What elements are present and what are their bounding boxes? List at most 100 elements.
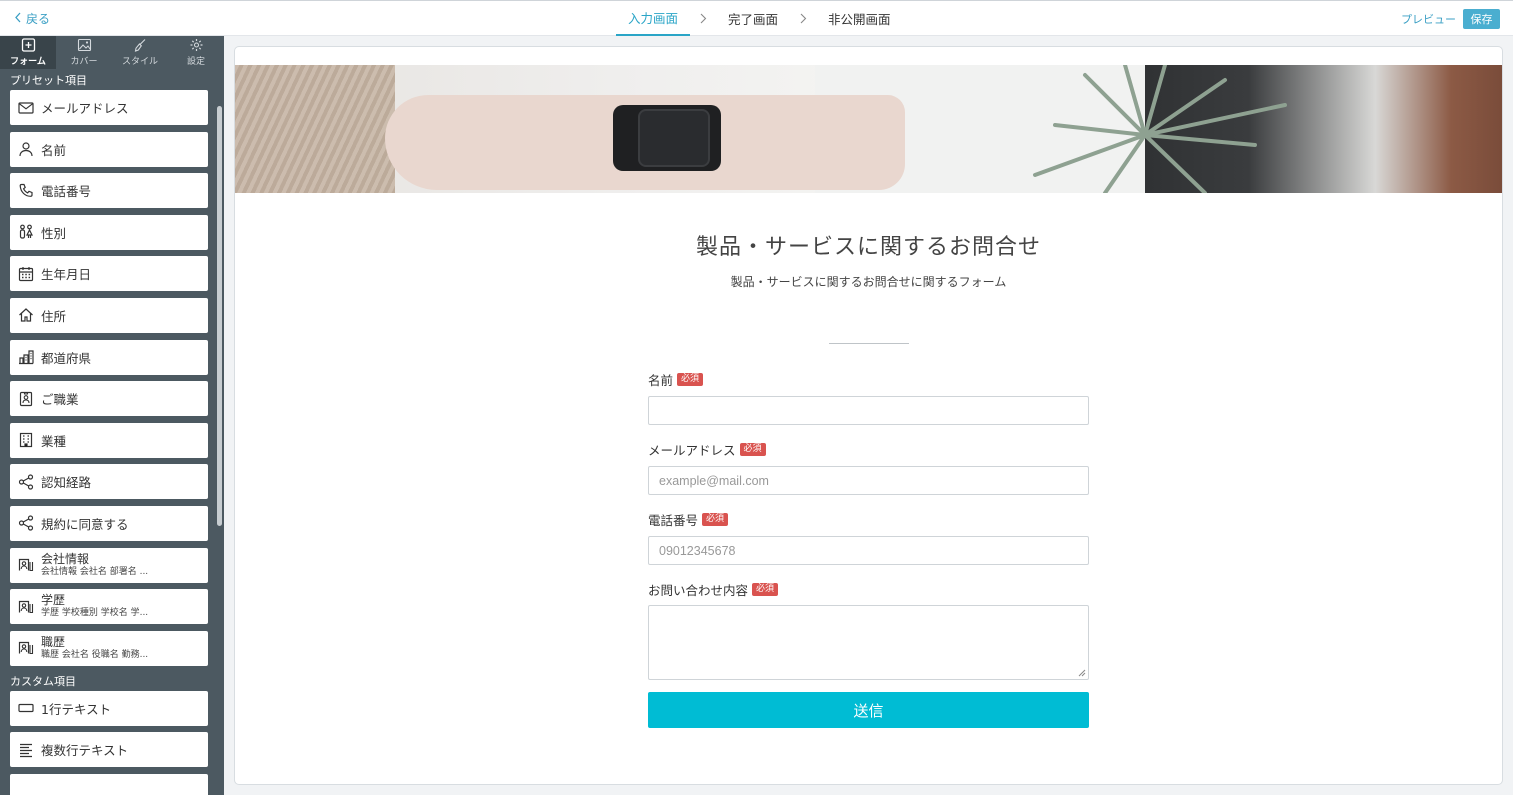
sidebar-tab-style[interactable]: スタイル: [112, 36, 168, 69]
back-link[interactable]: 戻る: [14, 10, 50, 27]
multiline-text-icon: [18, 742, 34, 758]
item-label: 性別: [41, 225, 67, 241]
item-label: 業種: [41, 433, 67, 449]
custom-item-single-line[interactable]: 1行テキスト: [10, 690, 208, 726]
item-sub: 学歴 学校種別 学校名 学...: [41, 608, 149, 619]
tab-label: 完了画面: [728, 12, 779, 27]
email-input[interactable]: example@mail.com: [648, 466, 1089, 495]
item-sub: 会社情報 会社名 部署名 ...: [41, 566, 149, 577]
field-inquiry: お問い合わせ内容 必須: [648, 580, 1090, 680]
sweater-sleeve-shape: [235, 65, 395, 193]
preset-item-birthday[interactable]: 生年月日: [10, 256, 208, 292]
custom-heading: カスタム項目: [10, 674, 76, 688]
preset-item-phone[interactable]: 電話番号: [10, 173, 208, 209]
label-text: メールアドレス: [648, 442, 736, 458]
input-box-icon: [18, 700, 34, 716]
preset-item-gender[interactable]: 性別: [10, 214, 208, 250]
tab-label: 入力画面: [628, 11, 679, 26]
title-divider: [829, 343, 909, 344]
chevron-right-icon: [790, 13, 816, 24]
field-phone: 電話番号 必須 09012345678: [648, 510, 1090, 565]
preset-heading: プリセット項目: [10, 74, 87, 87]
preset-item-industry[interactable]: 業種: [10, 422, 208, 458]
item-sub: 職歴 会社名 役職名 勤務...: [41, 649, 149, 660]
sidebar: フォーム カバー スタイル 設定 プリセット項目 メールアドレス 名前 電話番号: [0, 36, 224, 795]
item-label: 電話番号: [41, 184, 92, 200]
tab-input-screen[interactable]: 入力画面: [616, 1, 691, 36]
tab-label: スタイル: [121, 57, 158, 67]
label-text: お問い合わせ内容: [648, 582, 749, 598]
field-label: お問い合わせ内容 必須: [648, 580, 1090, 598]
chevron-left-icon: [14, 12, 23, 26]
preset-item-referral[interactable]: 認知経路: [10, 464, 208, 500]
preview-link[interactable]: プレビュー: [1401, 11, 1456, 27]
name-input[interactable]: [648, 396, 1089, 425]
calendar-icon: [18, 266, 34, 282]
custom-item-multi-line[interactable]: 複数行テキスト: [10, 732, 208, 768]
item-text: 職歴 職歴 会社名 役職名 勤務...: [41, 635, 149, 661]
sidebar-tab-settings[interactable]: 設定: [168, 36, 224, 69]
tab-private-screen[interactable]: 非公開画面: [816, 1, 903, 36]
preset-item-education[interactable]: 学歴 学歴 学校種別 学校名 学...: [10, 589, 208, 625]
field-label: メールアドレス 必須: [648, 440, 1090, 458]
submit-button[interactable]: 送信: [648, 692, 1089, 728]
required-badge: 必須: [752, 582, 779, 596]
item-text: 会社情報 会社情報 会社名 部署名 ...: [41, 552, 149, 578]
watch-face-shape: [638, 109, 710, 167]
preset-item-work-history[interactable]: 職歴 職歴 会社名 役職名 勤務...: [10, 630, 208, 666]
mail-icon: [18, 100, 34, 116]
image-icon: [77, 38, 91, 52]
sidebar-scrollbar[interactable]: [217, 106, 222, 526]
tab-label: 非公開画面: [828, 12, 891, 27]
form-preview: 製品・サービスに関するお問合せ 製品・サービスに関するお問合せに関するフォーム …: [234, 46, 1503, 785]
brush-icon: [134, 39, 145, 52]
plus-square-icon: [21, 38, 35, 52]
preset-item-company-info[interactable]: 会社情報 会社情報 会社名 部署名 ...: [10, 547, 208, 583]
inquiry-textarea[interactable]: [648, 605, 1089, 680]
id-badge-icon: [18, 391, 34, 407]
city-icon: [18, 349, 34, 365]
form-title: 製品・サービスに関するお問合せ: [695, 235, 1041, 260]
item-label: 学歴: [41, 593, 66, 608]
tab-label: カバー: [70, 57, 98, 67]
gender-icon: [18, 224, 34, 240]
preset-item-occupation[interactable]: ご職業: [10, 381, 208, 417]
custom-items: 1行テキスト 複数行テキスト: [0, 690, 224, 795]
contact-card-icon: [18, 557, 34, 573]
tab-label: フォーム: [10, 57, 46, 67]
label-text: 電話番号: [648, 512, 699, 528]
tab-label: 設定: [186, 57, 205, 67]
item-label: 規約に同意する: [41, 516, 129, 532]
building-icon: [18, 432, 34, 448]
resize-grip-icon[interactable]: [1078, 669, 1086, 677]
field-label: 電話番号 必須: [648, 510, 1090, 528]
save-button[interactable]: 保存: [1463, 9, 1500, 29]
step-tabs: 入力画面 完了画面 非公開画面: [616, 1, 903, 36]
contact-card-icon: [18, 599, 34, 615]
preset-item-terms[interactable]: 規約に同意する: [10, 505, 208, 541]
cover-image: [235, 65, 1502, 193]
sidebar-tab-form[interactable]: フォーム: [0, 36, 56, 69]
sidebar-tab-cover[interactable]: カバー: [56, 36, 112, 69]
required-badge: 必須: [677, 372, 704, 386]
item-label: 名前: [41, 142, 67, 158]
field-email: メールアドレス 必須 example@mail.com: [648, 440, 1090, 495]
preset-item-address[interactable]: 住所: [10, 297, 208, 333]
phone-input[interactable]: 09012345678: [648, 536, 1089, 565]
share-icon: [18, 474, 34, 490]
item-label: ご職業: [41, 392, 79, 408]
home-icon: [18, 307, 34, 323]
form-subtitle: 製品・サービスに関するお問合せに関するフォーム: [730, 275, 1007, 289]
plant-illustration: [995, 65, 1325, 193]
preset-item-email[interactable]: メールアドレス: [10, 90, 208, 125]
phone-icon: [18, 183, 34, 199]
item-label: 住所: [41, 308, 67, 324]
contact-card-icon: [18, 640, 34, 656]
required-badge: 必須: [702, 512, 729, 526]
field-name: 名前 必須: [648, 370, 1090, 425]
preset-item-prefecture[interactable]: 都道府県: [10, 339, 208, 375]
tab-complete-screen[interactable]: 完了画面: [716, 1, 790, 36]
item-label: 都道府県: [41, 350, 92, 366]
preset-item-name[interactable]: 名前: [10, 131, 208, 167]
custom-item-partial[interactable]: [10, 773, 208, 795]
